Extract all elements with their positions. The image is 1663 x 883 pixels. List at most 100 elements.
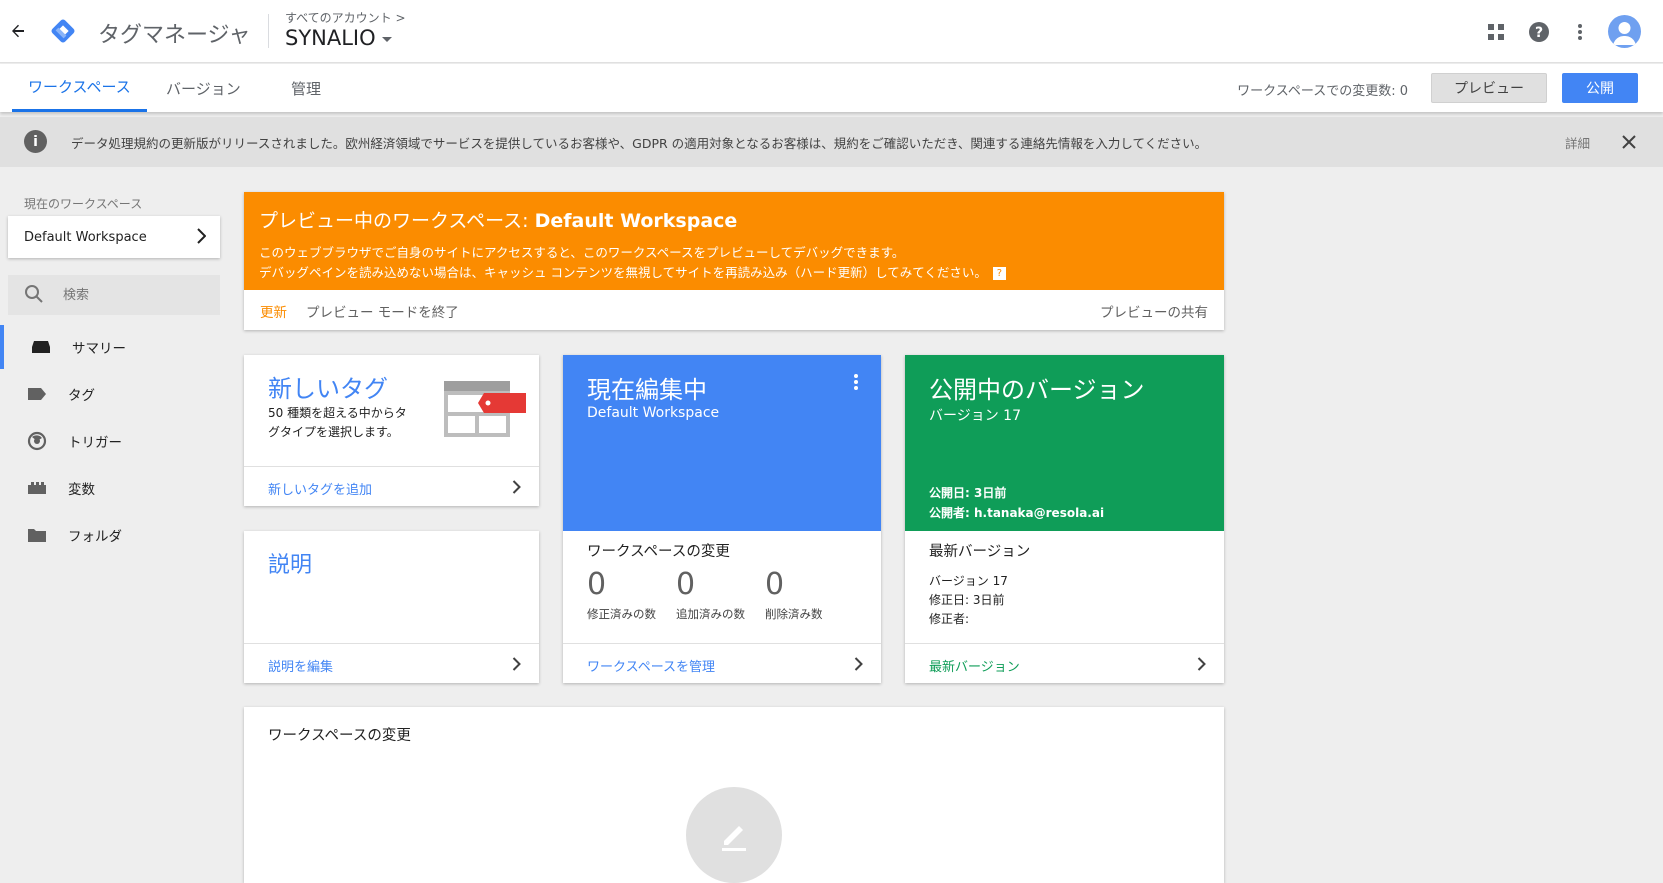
tag-illustration-icon bbox=[444, 381, 526, 443]
new-tag-title[interactable]: 新しいタグ bbox=[268, 369, 388, 404]
back-arrow-icon[interactable] bbox=[6, 19, 30, 43]
stat-value: 0 bbox=[587, 567, 607, 602]
tag-icon bbox=[27, 384, 47, 404]
variable-icon bbox=[27, 478, 47, 498]
pencil-icon bbox=[686, 787, 782, 883]
product-name: タグマネージャ bbox=[98, 23, 251, 48]
latest-version-number: バージョン 17 bbox=[929, 574, 1008, 588]
sidebar-item-triggers[interactable]: トリガー bbox=[0, 419, 228, 463]
header-divider bbox=[268, 14, 269, 48]
stat-value: 0 bbox=[765, 567, 785, 602]
sidebar-item-folders[interactable]: フォルダ bbox=[0, 513, 228, 557]
chevron-right-icon[interactable] bbox=[512, 479, 521, 498]
stat-label: 削除済み数 bbox=[765, 607, 823, 621]
preview-banner: プレビュー中のワークスペース: Default Workspace このウェブブ… bbox=[244, 192, 1224, 330]
preview-banner-footer: 更新 プレビュー モードを終了 プレビューの共有 bbox=[244, 290, 1224, 330]
current-editing-title: 現在編集中 bbox=[587, 376, 707, 404]
preview-title: プレビュー中のワークスペース: Default Workspace bbox=[259, 206, 737, 233]
summary-icon bbox=[31, 337, 51, 357]
manage-workspaces-link[interactable]: ワークスペースを管理 bbox=[587, 656, 715, 675]
new-tag-footer: 新しいタグを追加 bbox=[244, 466, 539, 506]
workspace-changes-card: ワークスペースの変更 bbox=[244, 707, 1224, 883]
help-icon[interactable]: ? bbox=[992, 267, 1006, 280]
published-date: 公開日: 3日前 bbox=[929, 486, 1007, 500]
account-selector[interactable]: SYNALIO bbox=[285, 26, 392, 50]
workspace-selector[interactable]: Default Workspace bbox=[8, 216, 220, 258]
workspace-changes-heading: ワークスペースの変更 bbox=[587, 544, 730, 560]
gtm-logo bbox=[48, 16, 78, 46]
sidebar-search bbox=[8, 275, 220, 315]
edit-description-link[interactable]: 説明を編集 bbox=[268, 656, 333, 675]
sidebar-item-label: サマリー bbox=[72, 341, 126, 357]
current-workspace-label: 現在のワークスペース bbox=[24, 197, 143, 211]
more-vert-icon[interactable] bbox=[1568, 20, 1592, 44]
latest-version-link[interactable]: 最新バージョン bbox=[929, 656, 1020, 675]
sidebar-item-label: フォルダ bbox=[68, 529, 122, 545]
published-version-title: 公開中のバージョン bbox=[929, 376, 1145, 404]
breadcrumb[interactable]: すべてのアカウント > bbox=[285, 9, 406, 26]
latest-version-heading: 最新バージョン bbox=[929, 544, 1031, 560]
stat-label: 修正済みの数 bbox=[587, 607, 656, 621]
workspace-name: Default Workspace bbox=[24, 229, 147, 245]
stat-modified: 0 修正済みの数 bbox=[587, 567, 656, 622]
tab-workspace[interactable]: ワークスペース bbox=[12, 64, 147, 112]
close-icon[interactable] bbox=[1617, 130, 1641, 154]
tab-admin[interactable]: 管理 bbox=[275, 64, 337, 112]
stat-deleted: 0 削除済み数 bbox=[765, 567, 823, 622]
refresh-link[interactable]: 更新 bbox=[260, 301, 287, 321]
description-footer: 説明を編集 bbox=[244, 643, 539, 683]
more-vert-icon[interactable] bbox=[853, 373, 859, 395]
chevron-down-icon bbox=[381, 37, 392, 42]
description-card: 説明 説明を編集 bbox=[244, 531, 539, 683]
workspace-changes-count: ワークスペースでの変更数: 0 bbox=[1237, 84, 1408, 99]
notice-detail-link[interactable]: 詳細 bbox=[1565, 133, 1590, 152]
trigger-icon bbox=[27, 431, 47, 451]
current-editing-footer: ワークスペースを管理 bbox=[563, 643, 881, 683]
tab-bar: ワークスペース バージョン 管理 ワークスペースでの変更数: 0 プレビュー 公… bbox=[0, 64, 1663, 112]
stat-added: 0 追加済みの数 bbox=[676, 567, 745, 622]
current-editing-card: 現在編集中 Default Workspace ワークスペースの変更 0 修正済… bbox=[563, 355, 881, 683]
search-input[interactable] bbox=[63, 275, 213, 315]
sidebar-item-label: トリガー bbox=[68, 435, 122, 451]
add-new-tag-link[interactable]: 新しいタグを追加 bbox=[268, 479, 372, 498]
published-version-footer: 最新バージョン bbox=[905, 643, 1224, 683]
workspace-changes-title: ワークスペースの変更 bbox=[268, 728, 411, 744]
folder-icon bbox=[27, 525, 47, 545]
sidebar-item-label: 変数 bbox=[68, 482, 95, 498]
published-version-number: バージョン 17 bbox=[929, 408, 1021, 424]
preview-description-1: このウェブブラウザでご自身のサイトにアクセスすると、このワークスペースをプレビュ… bbox=[259, 245, 905, 260]
published-version-card: 公開中のバージョン バージョン 17 公開日: 3日前 公開者: h.tanak… bbox=[905, 355, 1224, 683]
info-icon: i bbox=[24, 130, 47, 153]
chevron-right-icon[interactable] bbox=[1197, 656, 1206, 675]
notice-bar: i データ処理規約の更新版がリリースされました。欧州経済領域でサービスを提供して… bbox=[0, 117, 1663, 167]
exit-preview-link[interactable]: プレビュー モードを終了 bbox=[306, 301, 459, 321]
search-icon bbox=[24, 284, 44, 308]
svg-text:?: ? bbox=[1535, 25, 1543, 41]
chevron-right-icon[interactable] bbox=[512, 656, 521, 675]
new-tag-card: 新しいタグ 50 種類を超える中からタグタイプを選択します。 新しいタグを追加 bbox=[244, 355, 539, 506]
preview-description-2-text: デバッグペインを読み込めない場合は、キャッシュ コンテンツを無視してサイトを再読… bbox=[259, 265, 987, 280]
preview-button[interactable]: プレビュー bbox=[1431, 73, 1547, 103]
chevron-right-icon[interactable] bbox=[854, 656, 863, 675]
avatar[interactable] bbox=[1608, 15, 1641, 48]
sidebar-item-summary[interactable]: サマリー bbox=[0, 325, 228, 369]
latest-modified-date: 修正日: 3日前 bbox=[929, 593, 1005, 607]
new-tag-description: 50 種類を超える中からタグタイプを選択します。 bbox=[268, 406, 407, 439]
help-icon[interactable]: ? bbox=[1527, 20, 1551, 44]
current-workspace-name: Default Workspace bbox=[587, 405, 720, 421]
description-title: 説明 bbox=[268, 553, 313, 578]
sidebar-item-tags[interactable]: タグ bbox=[0, 372, 228, 416]
preview-description-2: デバッグペインを読み込めない場合は、キャッシュ コンテンツを無視してサイトを再読… bbox=[259, 262, 1006, 281]
notice-text: データ処理規約の更新版がリリースされました。欧州経済領域でサービスを提供している… bbox=[71, 136, 1208, 151]
app-header: タグマネージャ すべてのアカウント > SYNALIO ? bbox=[0, 0, 1663, 63]
sidebar-item-variables[interactable]: 変数 bbox=[0, 466, 228, 510]
current-editing-header: 現在編集中 Default Workspace bbox=[563, 355, 881, 531]
apps-grid-icon[interactable] bbox=[1484, 20, 1508, 44]
publish-button[interactable]: 公開 bbox=[1562, 73, 1638, 103]
tab-versions[interactable]: バージョン bbox=[150, 64, 257, 112]
share-preview-link[interactable]: プレビューの共有 bbox=[1100, 301, 1208, 321]
stat-value: 0 bbox=[676, 567, 696, 602]
published-version-header: 公開中のバージョン バージョン 17 公開日: 3日前 公開者: h.tanak… bbox=[905, 355, 1224, 531]
latest-modified-by: 修正者: bbox=[929, 612, 970, 626]
stat-label: 追加済みの数 bbox=[676, 607, 745, 621]
